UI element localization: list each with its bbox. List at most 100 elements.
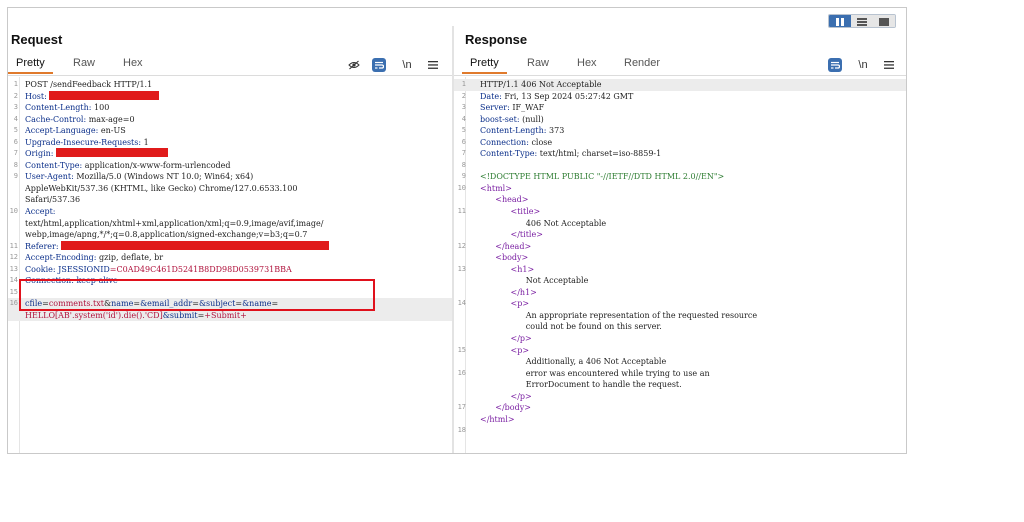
eye-off-icon[interactable]	[347, 58, 361, 72]
token: <html>	[480, 183, 512, 193]
request-line: 9 User-Agent: Mozilla/5.0 (Windows NT 10.…	[8, 171, 452, 183]
response-line: </p>	[454, 333, 906, 345]
token: Content-Type:	[480, 149, 540, 159]
response-editor[interactable]: 1 HTTP/1.1 406 Not Acceptable 2 Date: Fri, …	[454, 77, 906, 453]
response-line: 16 error was encountered while trying to…	[454, 368, 906, 380]
request-tab-hex[interactable]: Hex	[123, 57, 143, 72]
line-text: HELLO[AB'.system('id').die().'CD]&submit…	[25, 310, 448, 322]
line-number: 4	[13, 114, 18, 123]
response-line: <head>	[454, 194, 906, 206]
token: Connection:	[480, 137, 532, 147]
request-line: webp,image/apng,*/*;q=0.8,application/si…	[8, 229, 452, 241]
line-text: HTTP/1.1 406 Not Acceptable	[480, 79, 902, 91]
response-line: 9 <!DOCTYPE HTML PUBLIC "-//IETF//DTD HTM…	[454, 171, 906, 183]
token: <h1>	[510, 264, 535, 274]
token: User-Agent:	[25, 172, 77, 182]
line-text: Additionally, a 406 Not Acceptable	[480, 356, 902, 368]
token: text/html,application/xhtml+xml,applicat…	[25, 218, 324, 228]
line-text: Date: Fri, 13 Sep 2024 05:27:42 GMT	[480, 91, 902, 103]
wrap-lines-icon[interactable]	[372, 58, 386, 72]
redaction-bar	[61, 240, 330, 250]
line-text: </body>	[480, 402, 902, 414]
token: <!DOCTYPE HTML PUBLIC "-//IETF//DTD HTML…	[480, 172, 725, 182]
line-number: 6	[13, 137, 18, 146]
token: Referer:	[25, 241, 62, 251]
request-title: Request	[11, 32, 63, 47]
response-line: 12 </head>	[454, 241, 906, 253]
token: Accept:	[25, 207, 56, 217]
hamburger-menu-icon[interactable]	[426, 58, 440, 72]
line-number: 7	[13, 149, 18, 158]
line-text: An appropriate representation of the req…	[480, 310, 902, 322]
response-line: 14 <p>	[454, 298, 906, 310]
token: error was encountered while trying to us…	[480, 368, 710, 378]
line-text: <p>	[480, 345, 902, 357]
line-text: could not be found on this server.	[480, 321, 902, 333]
line-text: Safari/537.36	[25, 194, 448, 206]
line-text: Upgrade-Insecure-Requests: 1	[25, 137, 448, 149]
token: 406 Not Acceptable	[480, 218, 607, 228]
response-tab-hex[interactable]: Hex	[577, 57, 597, 72]
line-text: ErrorDocument to handle the request.	[480, 379, 902, 391]
line-text: Host:	[25, 90, 448, 103]
line-number: 6	[461, 137, 466, 146]
token: <body>	[495, 253, 529, 263]
hamburger-menu-icon[interactable]	[882, 58, 896, 72]
response-title: Response	[465, 32, 528, 47]
request-editor[interactable]: 1 POST /sendFeedback HTTP/1.1 2 Host: 3 Cont…	[8, 77, 452, 453]
request-tab-raw[interactable]: Raw	[73, 57, 95, 72]
response-line: 10 <html>	[454, 183, 906, 195]
line-number: 10	[9, 207, 18, 216]
token: Accept-Encoding:	[25, 253, 99, 263]
token: application/x-www-form-urlencoded	[84, 160, 231, 170]
request-line: 4 Cache-Control: max-age=0	[8, 114, 452, 126]
response-line: 4 boost-set: (null)	[454, 114, 906, 126]
line-number: 1	[13, 80, 18, 88]
response-tab-raw[interactable]: Raw	[527, 57, 549, 72]
response-tab-render[interactable]: Render	[624, 57, 660, 72]
line-number: 4	[461, 114, 466, 123]
line-number: 7	[461, 149, 466, 158]
response-tab-pretty[interactable]: Pretty	[462, 57, 507, 74]
line-number: 1	[461, 80, 466, 88]
line-number: 9	[461, 172, 466, 181]
line-number: 18	[457, 426, 466, 435]
line-text: Content-Length: 373	[480, 125, 902, 137]
request-tab-pretty[interactable]: Pretty	[8, 57, 53, 74]
response-line: 5 Content-Length: 373	[454, 125, 906, 137]
token: Not Acceptable	[480, 276, 589, 286]
redaction-bar	[49, 90, 160, 100]
response-line: Additionally, a 406 Not Acceptable	[454, 356, 906, 368]
line-text: Referer:	[25, 240, 448, 253]
line-text: Accept-Encoding: gzip, deflate, br	[25, 252, 448, 264]
line-text: </p>	[480, 333, 902, 345]
newline-toggle[interactable]: \n	[400, 58, 414, 72]
token: Origin:	[25, 149, 57, 159]
request-line: 1 POST /sendFeedback HTTP/1.1	[8, 79, 452, 91]
token: POST /sendFeedback HTTP/1.1	[25, 80, 153, 89]
wrap-lines-icon[interactable]	[828, 58, 842, 72]
token: Upgrade-Insecure-Requests:	[25, 137, 144, 147]
line-text: <head>	[480, 194, 902, 206]
burp-message-viewer: Request Pretty Raw Hex \n 1 POST /sendFee…	[7, 7, 907, 454]
response-line: </html>	[454, 414, 906, 426]
line-number: 3	[461, 103, 466, 112]
line-number: 5	[461, 126, 466, 135]
request-line: 12 Accept-Encoding: gzip, deflate, br	[8, 252, 452, 264]
line-text: </title>	[480, 229, 902, 241]
token: Cookie:	[25, 264, 59, 274]
newline-toggle[interactable]: \n	[856, 58, 870, 72]
line-text: error was encountered while trying to us…	[480, 368, 902, 380]
token: en-US	[100, 126, 126, 136]
line-number: 17	[457, 403, 466, 412]
response-line: 11 <title>	[454, 206, 906, 218]
line-text: Accept:	[25, 206, 448, 218]
response-line: 15 <p>	[454, 345, 906, 357]
line-text: Origin:	[25, 148, 448, 160]
